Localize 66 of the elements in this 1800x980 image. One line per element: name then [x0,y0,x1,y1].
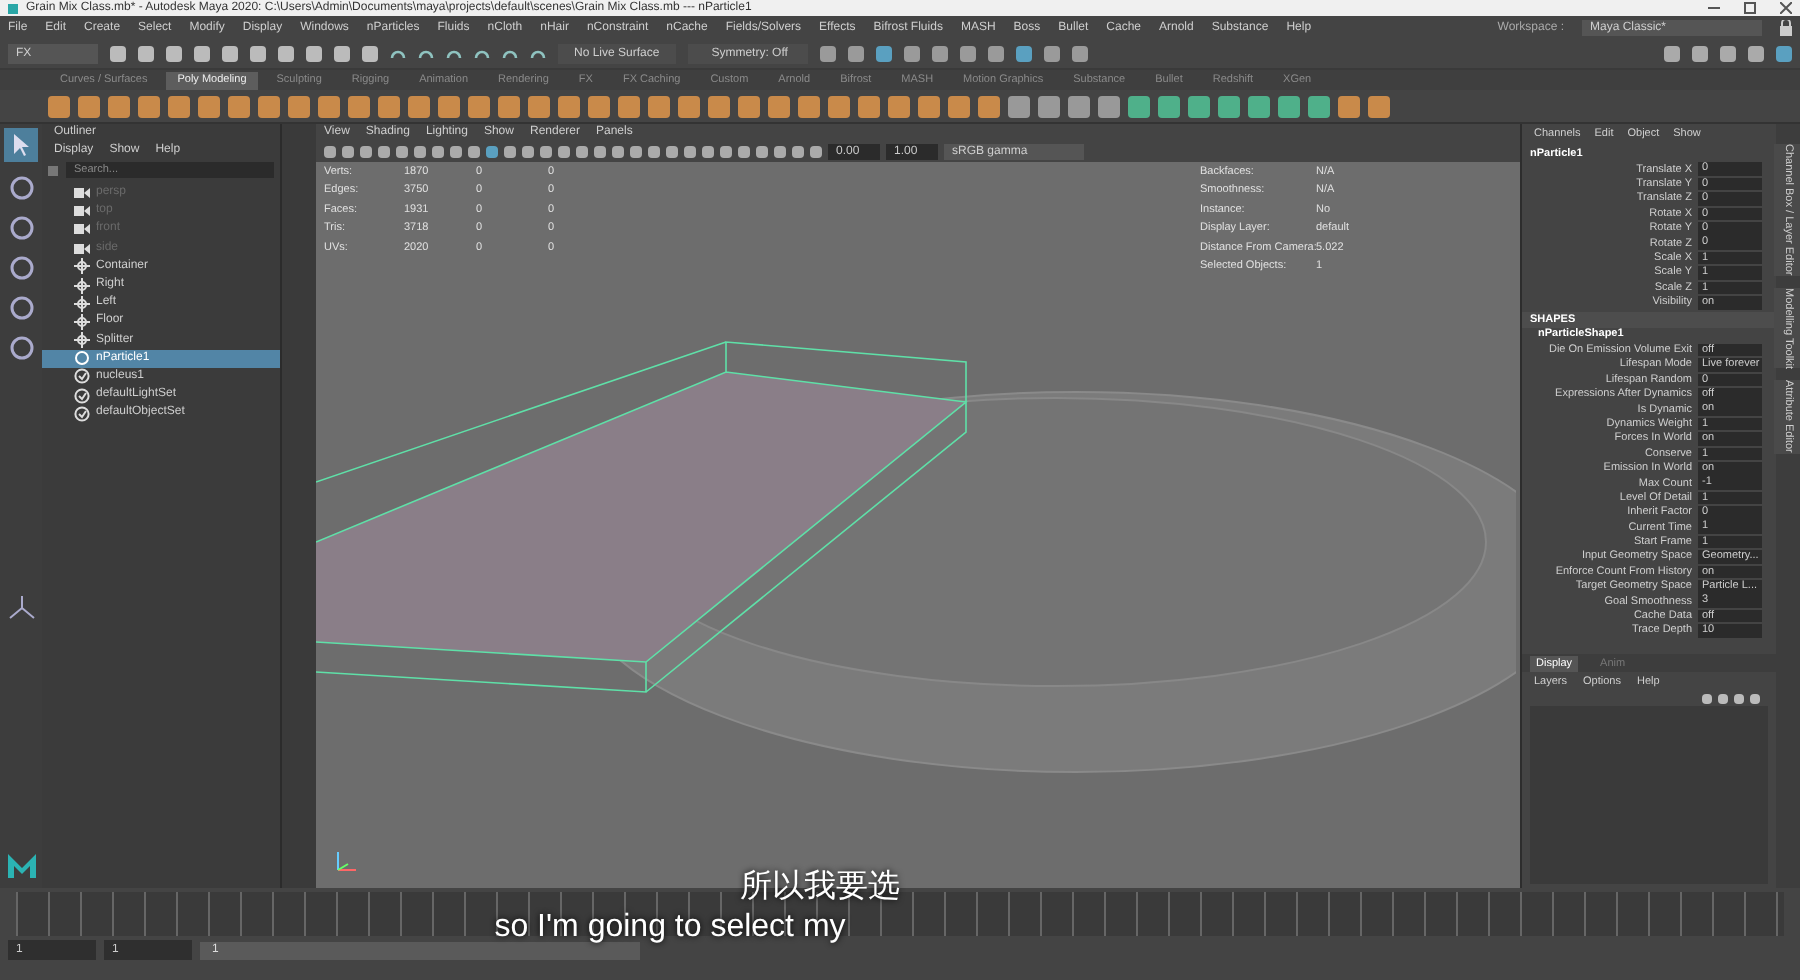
shelf-tool-icon[interactable] [408,95,430,117]
shelf-tool-icon[interactable] [1128,95,1150,117]
shelf-tool-icon[interactable] [1308,95,1330,117]
tool-icon[interactable] [7,294,35,322]
shelf-tool-icon[interactable] [588,95,610,117]
tool-icon[interactable] [7,174,35,202]
shelf-tool-icon[interactable] [1038,95,1060,117]
minimize-icon[interactable] [1708,2,1720,14]
shelf-tool-icon[interactable] [918,95,940,117]
camera-icon [74,206,90,217]
shelf-tool-icon[interactable] [648,95,670,117]
particle-icon [74,350,90,367]
shelf-tool-icon[interactable] [1098,95,1120,117]
shelf-tool-icon[interactable] [798,95,820,117]
shelf-tool-icon[interactable] [1218,95,1240,117]
shelf-tool-icon[interactable] [948,95,970,117]
filter-icon[interactable] [48,165,58,175]
shelf-tool-icon[interactable] [498,95,520,117]
shelf-tool-icon[interactable] [858,95,880,117]
axis-gizmo-icon [332,848,360,876]
shelf-tool-icon[interactable] [828,95,850,117]
tool-icon[interactable] [7,334,35,362]
maximize-icon[interactable] [1744,2,1756,14]
shelf-tool-icon[interactable] [468,95,490,117]
shelf-tool-icon[interactable] [1338,95,1360,117]
shelf-tool-icon[interactable] [228,95,250,117]
shelf-tool-icon[interactable] [438,95,460,117]
shelf-tool-icon[interactable] [348,95,370,117]
shelf-tool-icon[interactable] [1368,95,1390,117]
shelf-tool-icon[interactable] [738,95,760,117]
shelf-tool-icon[interactable] [888,95,910,117]
shelf-tool-icon[interactable] [768,95,790,117]
shelf-tool-icon[interactable] [378,95,400,117]
camera-icon [74,224,90,235]
shelf-tool-icon[interactable] [558,95,580,117]
shelf-tool-icon[interactable] [1068,95,1090,117]
shelf-tool-icon[interactable] [258,95,280,117]
shelf-tool-icon[interactable] [1158,95,1180,117]
shelf-tool-icon[interactable] [48,95,70,117]
shelf-tool-icon[interactable] [978,95,1000,117]
subtitle-line: 所以我要选 [740,866,902,906]
shelf-tool-icon[interactable] [108,95,130,117]
maya-logo-icon [5,852,37,880]
lock-icon[interactable] [1780,20,1792,36]
shelf-tool-icon[interactable] [1008,95,1030,117]
shelf-tool-icon[interactable] [708,95,730,117]
shelf-tool-icon[interactable] [1188,95,1210,117]
shelf-tool-icon[interactable] [528,95,550,117]
shelf-tool-icon[interactable] [138,95,160,117]
shelf-tool-icon[interactable] [618,95,640,117]
axis-tool-icon[interactable] [7,593,35,621]
shelf-tool-icon[interactable] [288,95,310,117]
app-logo-icon [8,3,18,13]
tool-icon[interactable] [7,214,35,242]
shelf-tool-icon[interactable] [1248,95,1270,117]
shelf-tool-icon[interactable] [78,95,100,117]
close-icon[interactable] [1780,2,1792,14]
tool-icon[interactable] [7,254,35,282]
select-tool-icon[interactable] [4,128,38,162]
shelf-tool-icon[interactable] [318,95,340,117]
shelf-tool-icon[interactable] [678,95,700,117]
camera-icon [74,243,90,254]
camera-icon [74,188,90,199]
shelf-tool-icon[interactable] [168,95,190,117]
shelf-tool-icon[interactable] [1278,95,1300,117]
shelf-tool-icon[interactable] [198,95,220,117]
